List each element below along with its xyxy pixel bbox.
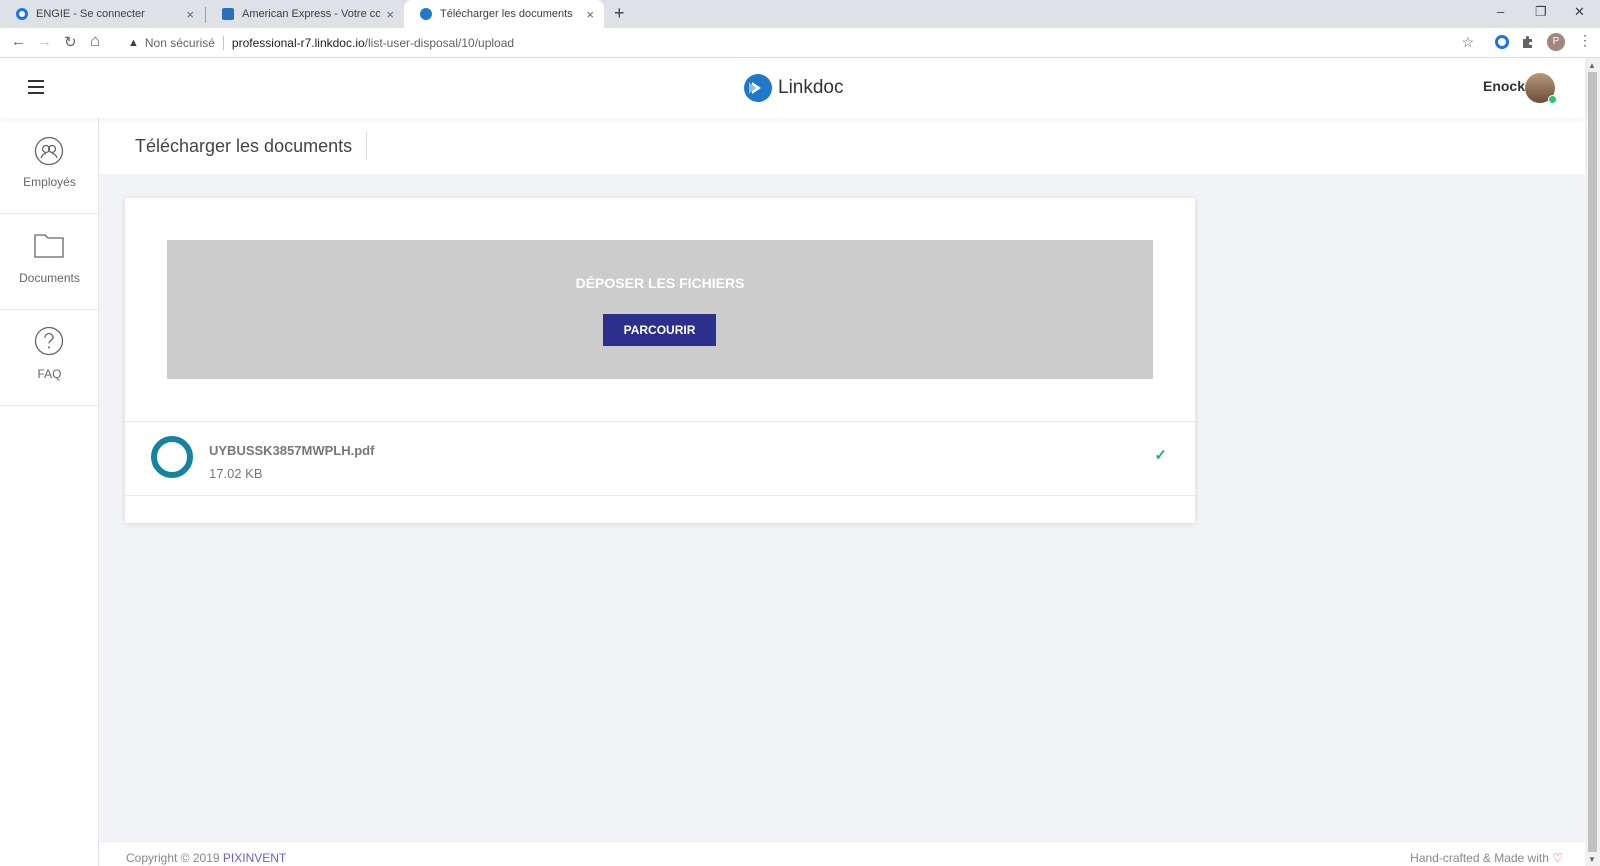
app-name: Linkdoc — [778, 77, 844, 98]
close-tab-icon[interactable]: × — [386, 7, 394, 22]
page-title-bar: Télécharger les documents — [99, 118, 1585, 174]
online-status-indicator — [1548, 95, 1557, 104]
sidebar: Employés Documents FAQ — [0, 118, 99, 866]
checkmark-icon: ✓ — [1154, 447, 1167, 464]
engie-favicon-icon — [16, 8, 28, 20]
app-logo[interactable]: Linkdoc — [744, 74, 844, 102]
minimize-icon[interactable]: – — [1497, 4, 1504, 19]
file-list-item: UYBUSSK3857MWPLH.pdf 17.02 KB ✓ — [125, 421, 1195, 496]
app-header: Linkdoc Enock — [0, 58, 1585, 118]
user-name[interactable]: Enock — [1483, 78, 1525, 94]
copyright-label: Copyright © 2019 — [126, 851, 223, 865]
hamburger-menu-icon[interactable] — [28, 80, 44, 98]
browser-menu-icon[interactable]: ⋮ — [1578, 32, 1592, 49]
tab-telecharger[interactable]: Télécharger les documents × — [404, 0, 604, 28]
browse-button[interactable]: PARCOURIR — [603, 314, 716, 346]
scroll-up-icon[interactable]: ▲ — [1588, 61, 1596, 70]
scroll-down-icon[interactable]: ▼ — [1588, 855, 1596, 864]
amex-favicon-icon — [222, 8, 234, 20]
made-with-text: Hand-crafted & Made with ♡ — [1410, 851, 1563, 865]
extensions-puzzle-icon[interactable] — [1520, 34, 1536, 55]
warning-icon: ▲ — [128, 37, 139, 49]
sidebar-item-label: Employés — [23, 175, 76, 189]
tab-title: American Express - Votre compte — [242, 8, 381, 20]
address-bar[interactable]: ▲ Non sécurisé professional-r7.linkdoc.i… — [118, 31, 1484, 55]
footer: Copyright © 2019 PIXINVENT Hand-crafted … — [99, 841, 1585, 866]
security-label[interactable]: Non sécurisé — [145, 36, 215, 50]
sidebar-item-faq[interactable]: FAQ — [0, 310, 99, 406]
dropzone-label: DÉPOSER LES FICHIERS — [575, 275, 745, 291]
tab-title: ENGIE - Se connecter — [36, 8, 145, 20]
new-tab-button[interactable]: + — [614, 3, 625, 24]
extension-o-icon[interactable] — [1494, 34, 1510, 55]
page-title: Télécharger les documents — [135, 132, 368, 160]
heart-icon: ♡ — [1552, 851, 1563, 865]
close-window-icon[interactable]: ✕ — [1574, 4, 1585, 20]
back-icon[interactable]: ← — [11, 33, 26, 50]
forward-icon[interactable]: → — [37, 33, 52, 50]
folder-icon — [34, 234, 64, 258]
restore-icon[interactable]: ❐ — [1535, 4, 1547, 20]
reload-icon[interactable]: ↻ — [64, 33, 77, 51]
file-name: UYBUSSK3857MWPLH.pdf — [209, 443, 375, 458]
close-tab-icon[interactable]: × — [586, 7, 594, 22]
url-path: /list-user-disposal/10/upload — [364, 36, 515, 50]
profile-avatar[interactable]: P — [1547, 33, 1565, 51]
sidebar-item-documents[interactable]: Documents — [0, 214, 99, 310]
scrollbar-thumb[interactable] — [1588, 72, 1597, 852]
omnibox-divider — [222, 36, 224, 50]
close-tab-icon[interactable]: × — [186, 7, 194, 22]
upload-card: DÉPOSER LES FICHIERS PARCOURIR UYBUSSK38… — [125, 198, 1195, 523]
tab-title: Télécharger les documents — [440, 8, 573, 20]
linkdoc-favicon-icon — [420, 8, 432, 20]
vertical-scrollbar[interactable]: ▲ ▼ — [1585, 58, 1600, 866]
help-icon — [34, 326, 64, 356]
file-dropzone[interactable]: DÉPOSER LES FICHIERS PARCOURIR — [167, 240, 1153, 379]
made-with-label: Hand-crafted & Made with — [1410, 851, 1553, 865]
star-icon[interactable]: ☆ — [1461, 34, 1474, 51]
browser-tabstrip: ENGIE - Se connecter × American Express … — [0, 0, 1600, 28]
copyright-text: Copyright © 2019 PIXINVENT — [126, 851, 286, 865]
tab-amex[interactable]: American Express - Votre compte × — [206, 0, 404, 28]
home-icon[interactable]: ⌂ — [90, 31, 100, 51]
avatar[interactable] — [1525, 73, 1557, 104]
employees-icon — [34, 136, 64, 166]
linkdoc-logo-icon — [744, 74, 772, 102]
main-content: Télécharger les documents DÉPOSER LES FI… — [99, 118, 1585, 866]
brand-link[interactable]: PIXINVENT — [223, 851, 286, 865]
sidebar-item-employes[interactable]: Employés — [0, 118, 99, 214]
sidebar-item-label: FAQ — [37, 367, 62, 381]
url-host: professional-r7.linkdoc.io — [231, 36, 365, 50]
sidebar-item-label: Documents — [19, 271, 80, 285]
file-size: 17.02 KB — [209, 466, 263, 481]
file-progress-ring-icon — [151, 436, 193, 478]
tab-engie[interactable]: ENGIE - Se connecter × — [0, 0, 204, 28]
browser-toolbar: ← → ↻ ⌂ ▲ Non sécurisé professional-r7.l… — [0, 28, 1600, 58]
